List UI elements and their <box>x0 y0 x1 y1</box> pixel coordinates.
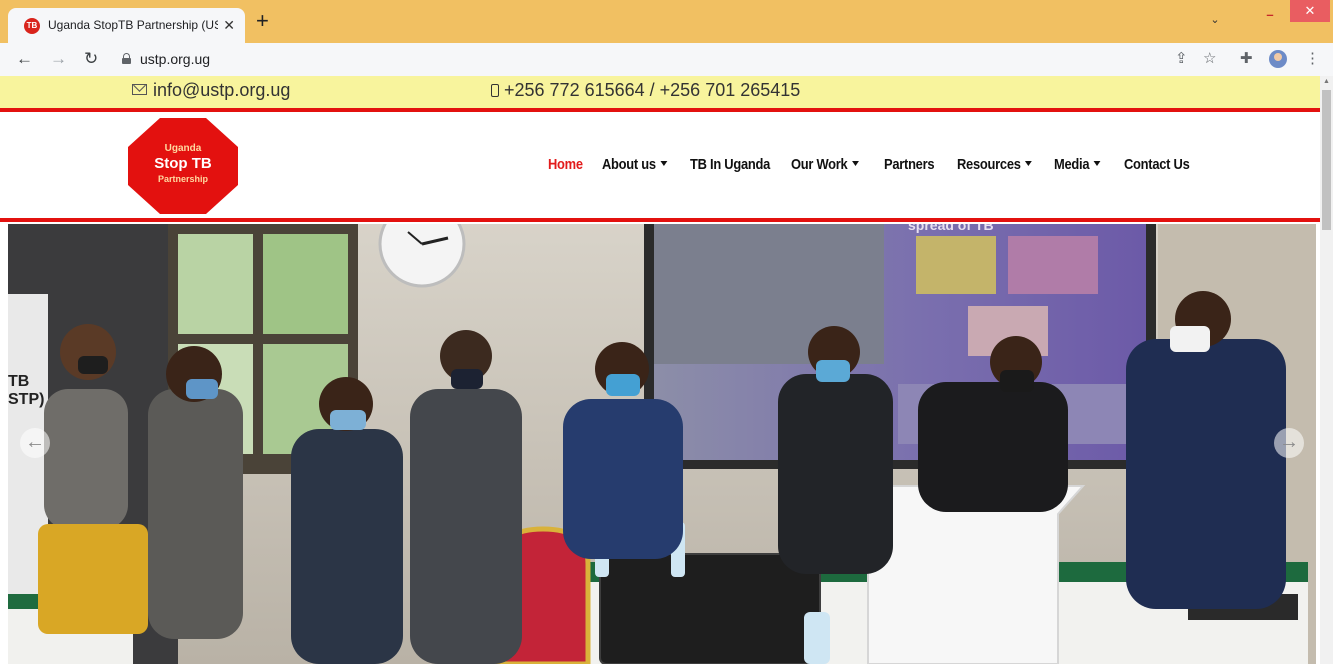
nav-tb-in-uganda[interactable]: TB In Uganda <box>690 156 770 173</box>
envelope-icon <box>132 84 147 95</box>
menu-kebab-icon[interactable]: ⋮ <box>1305 50 1320 68</box>
page-scrollbar[interactable]: ▲ <box>1320 76 1333 664</box>
tab-search-chevron-icon[interactable]: ⌄ <box>1201 8 1229 32</box>
slide-text: spread of TB <box>908 224 994 233</box>
nav-contact-us[interactable]: Contact Us <box>1124 156 1190 173</box>
nav-resources-label: Resources <box>957 156 1021 173</box>
nav-media[interactable]: Media <box>1054 156 1101 173</box>
tab-title: Uganda StopTB Partnership (UST <box>48 18 218 32</box>
header-bottom-divider <box>0 218 1320 222</box>
site-logo[interactable]: Uganda Stop TB Partnership <box>127 117 239 215</box>
logo-line-partnership: Partnership <box>157 174 208 184</box>
email-text: info@ustp.org.ug <box>153 80 291 100</box>
browser-tab-strip: TB Uganda StopTB Partnership (UST ✕ + ⌄ … <box>0 0 1333 43</box>
logo-line-stoptb: Stop TB <box>154 155 212 172</box>
site-favicon-icon: TB <box>24 18 40 34</box>
address-bar-url[interactable]: ustp.org.ug <box>140 51 210 67</box>
caret-down-icon <box>851 161 859 166</box>
nav-about-us[interactable]: About us <box>602 156 668 173</box>
nav-home[interactable]: Home <box>548 156 583 173</box>
extensions-puzzle-icon[interactable]: ✚ <box>1240 50 1253 68</box>
nav-about-label: About us <box>602 156 656 173</box>
contact-topbar: info@ustp.org.ug +256 772 615664 / +256 … <box>0 76 1320 108</box>
carousel-next-button[interactable]: → <box>1274 428 1304 458</box>
window-close-button[interactable]: ✕ <box>1290 0 1330 22</box>
profile-avatar-icon[interactable] <box>1269 50 1287 68</box>
hero-photo: TB STP) spread of TB <box>8 224 1316 664</box>
scroll-thumb[interactable] <box>1322 90 1331 230</box>
logo-line-uganda: Uganda <box>164 143 202 154</box>
forward-arrow-icon[interactable]: → <box>50 50 67 68</box>
back-arrow-icon[interactable]: ← <box>16 50 33 68</box>
caret-down-icon <box>660 161 668 166</box>
window-minimize-button[interactable]: – <box>1256 0 1284 30</box>
phone-icon <box>491 84 499 97</box>
hero-carousel: TB STP) spread of TB ← → <box>8 224 1316 664</box>
nav-partners[interactable]: Partners <box>884 156 935 173</box>
phone-text: +256 772 615664 / +256 701 265415 <box>504 80 801 100</box>
site-header: Uganda Stop TB Partnership Home About us… <box>0 112 1320 218</box>
carousel-prev-button[interactable]: ← <box>20 428 50 458</box>
share-icon[interactable]: ⇪ <box>1175 50 1188 68</box>
caret-down-icon <box>1093 161 1101 166</box>
banner-text-stp: STP) <box>8 391 44 408</box>
new-tab-button[interactable]: + <box>256 10 269 32</box>
email-contact[interactable]: info@ustp.org.ug <box>132 80 290 101</box>
nav-resources[interactable]: Resources <box>957 156 1032 173</box>
reload-icon[interactable]: ↻ <box>84 50 98 68</box>
caret-down-icon <box>1024 161 1032 166</box>
browser-toolbar: ← → ↻ ustp.org.ug ⇪ ☆ ✚ ⋮ <box>0 43 1333 76</box>
browser-tab[interactable]: TB Uganda StopTB Partnership (UST ✕ <box>8 8 245 43</box>
nav-our-work[interactable]: Our Work <box>791 156 859 173</box>
nav-our-work-label: Our Work <box>791 156 848 173</box>
scroll-up-arrow-icon[interactable]: ▲ <box>1323 78 1330 85</box>
nav-media-label: Media <box>1054 156 1090 173</box>
lock-icon[interactable] <box>122 53 131 64</box>
bookmark-star-icon[interactable]: ☆ <box>1203 50 1216 68</box>
phone-contact: +256 772 615664 / +256 701 265415 <box>491 80 800 101</box>
banner-text-tb: TB <box>8 373 29 390</box>
tab-close-icon[interactable]: ✕ <box>223 16 235 34</box>
